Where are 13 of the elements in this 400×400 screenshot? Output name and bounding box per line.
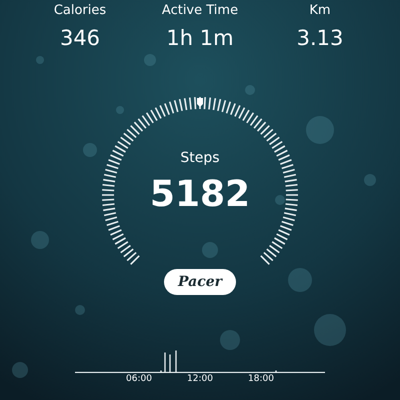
stat-value: 346: [60, 25, 100, 51]
stat-value: 1h 1m: [166, 25, 234, 51]
stat-value: 3.13: [296, 25, 344, 51]
steps-label: Steps: [180, 149, 220, 167]
stat-label: Km: [309, 3, 331, 19]
hour-label: 12:00: [187, 374, 213, 385]
marker-icon: [197, 98, 203, 107]
hour-label: 06:00: [126, 374, 152, 385]
hour-label: 18:00: [248, 374, 274, 385]
stat-label: Calories: [54, 3, 106, 19]
steps-count: 5182: [150, 173, 250, 217]
stat-label: Active Time: [162, 3, 238, 19]
logo-button[interactable]: Pacer: [164, 269, 236, 295]
